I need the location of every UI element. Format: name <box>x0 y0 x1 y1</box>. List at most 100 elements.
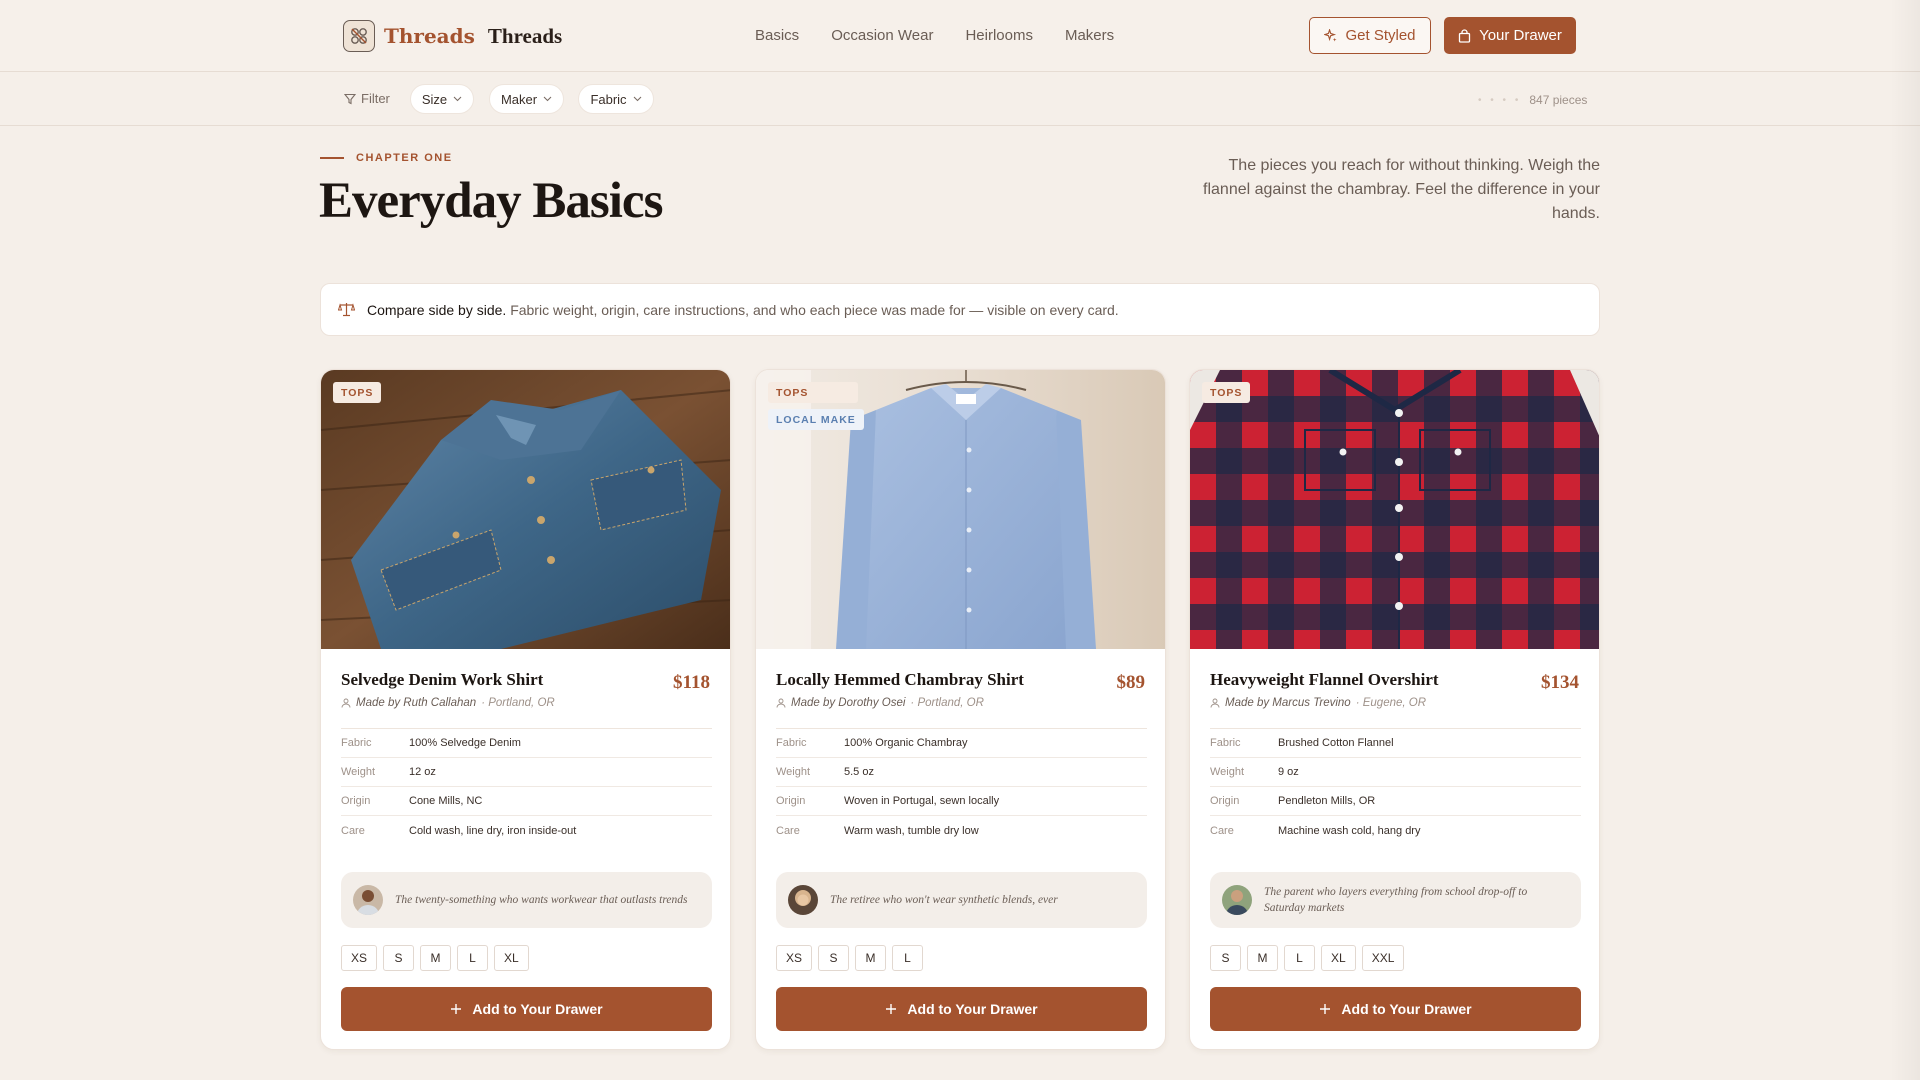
spec-label: Care <box>776 824 800 837</box>
sparkle-icon <box>1324 29 1338 42</box>
get-styled-button[interactable]: Get Styled <box>1309 17 1431 54</box>
size-option[interactable]: S <box>383 945 415 971</box>
product-title[interactable]: Selvedge Denim Work Shirt <box>341 670 543 690</box>
size-option[interactable]: S <box>1210 945 1241 971</box>
size-option[interactable]: L <box>1284 945 1315 971</box>
funnel-icon <box>344 93 356 104</box>
spec-label: Origin <box>776 795 806 807</box>
size-option[interactable]: L <box>892 945 924 971</box>
filter-label: Filter <box>361 91 390 106</box>
scales-icon <box>338 303 355 317</box>
maker-name: Made by Ruth Callahan <box>356 697 477 709</box>
person-icon <box>776 698 786 708</box>
size-option[interactable]: S <box>818 945 850 971</box>
result-count: • • • • 847 pieces <box>1478 93 1587 107</box>
add-to-drawer-button[interactable]: Add to Your Drawer <box>776 987 1147 1031</box>
spec-label: Weight <box>1210 766 1245 778</box>
size-option[interactable]: L <box>457 945 489 971</box>
logo[interactable]: Threads Threads <box>343 20 562 52</box>
person-icon <box>341 698 351 708</box>
category-badge: TOPS <box>1202 382 1251 403</box>
add-to-drawer-label: Add to Your Drawer <box>1341 1001 1472 1017</box>
nav-basics[interactable]: Basics <box>755 27 799 44</box>
nav-heirlooms[interactable]: Heirlooms <box>965 27 1033 44</box>
spec-label: Origin <box>341 795 371 807</box>
size-option[interactable]: M <box>855 945 887 971</box>
size-option[interactable]: XS <box>776 945 813 971</box>
logo-icon <box>343 20 375 52</box>
compare-banner: Compare side by side. Fabric weight, ori… <box>320 283 1600 336</box>
maker-name: Made by Marcus Trevino <box>1225 697 1351 709</box>
compare-text: Compare side by side. Fabric weight, ori… <box>367 302 1119 318</box>
product-card[interactable]: TOPS Selvedge Denim Work Shirt $118 Made… <box>320 369 731 1050</box>
fabric-filter-dropdown[interactable]: Fabric <box>578 84 654 114</box>
size-option[interactable]: XL <box>494 945 529 971</box>
get-styled-label: Get Styled <box>1345 27 1416 44</box>
size-option[interactable]: XS <box>341 945 378 971</box>
spec-row-fabric: Fabric 100% Organic Chambray <box>776 729 1147 758</box>
plus-icon <box>1320 1004 1331 1014</box>
nav-makers[interactable]: Makers <box>1065 27 1114 44</box>
persona-note: The twenty-something who wants workwear … <box>341 872 712 928</box>
maker-location: · Portland, OR <box>910 697 984 709</box>
spec-label: Weight <box>776 766 811 778</box>
decorative-dots: • • • • <box>1478 94 1522 106</box>
spec-value: 9 oz <box>1278 766 1299 778</box>
spec-label: Fabric <box>1210 737 1241 749</box>
compare-heading: Compare side by side. <box>367 301 507 318</box>
spec-value: Woven in Portugal, sewn locally <box>844 795 1000 807</box>
spec-table: Fabric 100% Organic Chambray Weight 5.5 oz… <box>776 728 1147 845</box>
product-title[interactable]: Heavyweight Flannel Overshirt <box>1210 670 1439 690</box>
add-to-drawer-button[interactable]: Add to Your Drawer <box>341 987 712 1031</box>
eyebrow-text: CHAPTER ONE <box>356 152 453 164</box>
maker-name: Made by Dorothy Osei <box>791 697 906 709</box>
product-card[interactable]: TOPS LOCAL MAKE Locally Hemmed Chambray … <box>755 369 1166 1050</box>
size-option[interactable]: M <box>420 945 452 971</box>
maker-chip-label: Maker <box>500 91 538 107</box>
local-make-badge: LOCAL MAKE <box>768 409 864 430</box>
category-badge: TOPS <box>333 382 382 403</box>
size-option[interactable]: XXL <box>1361 945 1405 971</box>
spec-value: 5.5 oz <box>844 766 874 778</box>
add-to-drawer-label: Add to Your Drawer <box>907 1001 1038 1017</box>
size-option[interactable]: M <box>1247 945 1278 971</box>
spec-table: Fabric Brushed Cotton Flannel Weight 9 oz … <box>1210 728 1581 845</box>
filter-button[interactable]: Filter <box>344 91 390 106</box>
product-image[interactable]: TOPS <box>1190 370 1599 649</box>
nav-occasion-wear[interactable]: Occasion Wear <box>831 27 933 44</box>
maker-line: Made by Dorothy Osei · Portland, OR <box>776 697 984 709</box>
product-image[interactable]: TOPS <box>321 370 730 649</box>
avatar <box>788 885 818 915</box>
product-card[interactable]: TOPS Heavyweight Flannel Overshirt $134 … <box>1189 369 1600 1050</box>
person-icon <box>1210 698 1220 708</box>
spec-row-origin: Origin Woven in Portugal, sewn locally <box>776 787 1147 816</box>
top-navbar: Threads Threads Basics Occasion Wear Hei… <box>0 0 1920 72</box>
fabric-chip-label: Fabric <box>590 91 627 107</box>
persona-note: The parent who layers everything from sc… <box>1210 872 1581 928</box>
product-price: $134 <box>1541 672 1579 693</box>
spec-row-fabric: Fabric Brushed Cotton Flannel <box>1210 729 1581 758</box>
maker-location: · Eugene, OR <box>1355 697 1427 709</box>
spec-row-origin: Origin Pendleton Mills, OR <box>1210 787 1581 816</box>
persona-text: The twenty-something who wants workwear … <box>395 894 688 906</box>
spec-label: Care <box>341 824 365 837</box>
spec-row-care: Care Machine wash cold, hang dry <box>1210 816 1581 845</box>
maker-line: Made by Marcus Trevino · Eugene, OR <box>1210 697 1426 709</box>
product-title[interactable]: Locally Hemmed Chambray Shirt <box>776 670 1024 690</box>
add-to-drawer-button[interactable]: Add to Your Drawer <box>1210 987 1581 1031</box>
size-chip-label: Size <box>421 91 448 107</box>
main-nav: Basics Occasion Wear Heirlooms Makers <box>755 27 1114 44</box>
spec-table: Fabric 100% Selvedge Denim Weight 12 oz Or… <box>341 728 712 845</box>
add-to-drawer-label: Add to Your Drawer <box>472 1001 603 1017</box>
size-option[interactable]: XL <box>1321 945 1356 971</box>
your-drawer-button[interactable]: Your Drawer <box>1444 17 1576 54</box>
avatar <box>1222 885 1252 915</box>
section-eyebrow: CHAPTER ONE <box>320 152 453 164</box>
product-image[interactable]: TOPS LOCAL MAKE <box>756 370 1165 649</box>
size-filter-dropdown[interactable]: Size <box>410 84 474 114</box>
maker-location: · Portland, OR <box>481 697 555 709</box>
persona-text: The parent who layers everything from sc… <box>1264 886 1528 914</box>
spec-label: Fabric <box>341 737 372 749</box>
maker-filter-dropdown[interactable]: Maker <box>489 84 564 114</box>
persona-text: The retiree who won't wear synthetic ble… <box>830 894 1058 906</box>
